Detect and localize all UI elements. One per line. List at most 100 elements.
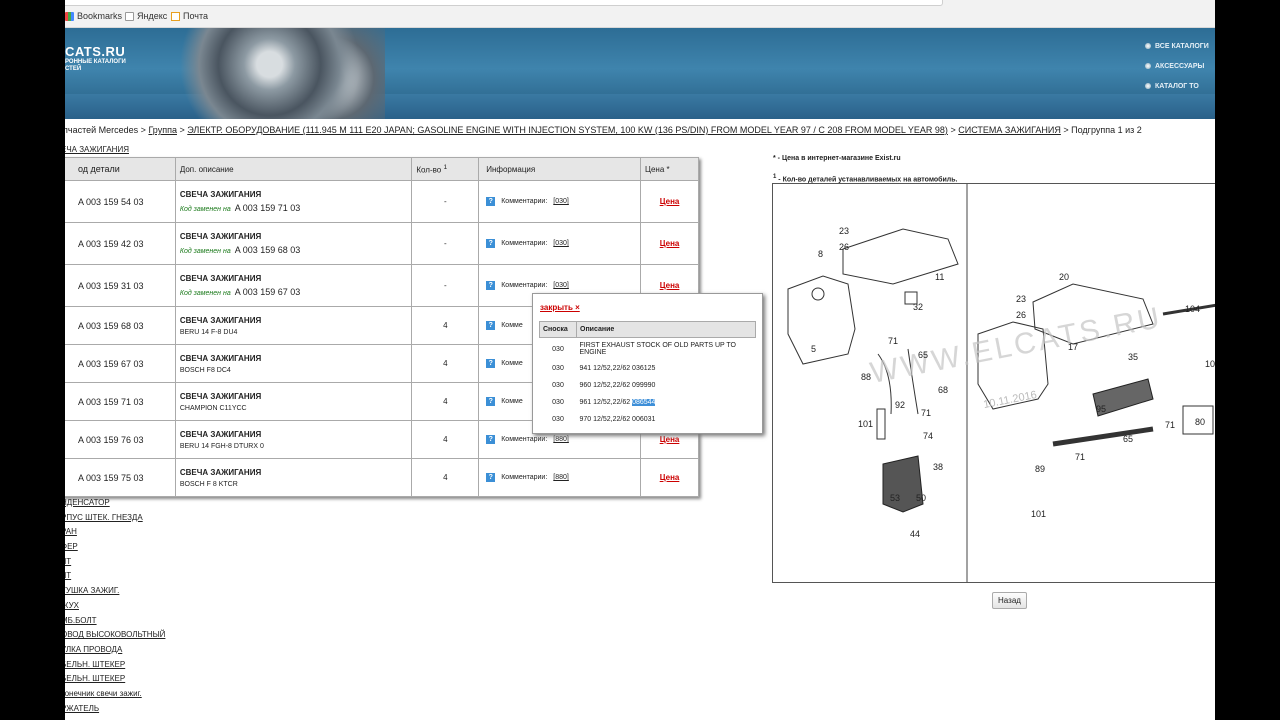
diagram-callout[interactable]: 32: [913, 302, 923, 312]
part-code[interactable]: A 003 159 71 03: [65, 382, 176, 421]
diagram-callout[interactable]: 8: [818, 249, 823, 259]
nav-accessories[interactable]: АКСЕССУАРЫ: [1145, 56, 1215, 76]
diagram-callout[interactable]: 53: [890, 493, 900, 503]
price-link[interactable]: Цена: [660, 239, 680, 248]
crumb-model[interactable]: ЭЛЕКТР. ОБОРУДОВАНИЕ (111.945 M 111 E20 …: [187, 125, 948, 135]
diagram-callout[interactable]: 80: [1195, 417, 1205, 427]
info-icon[interactable]: ?: [486, 197, 496, 206]
diagram-callout[interactable]: 74: [923, 431, 933, 441]
subgroup-list-item[interactable]: РЖАТЕЛЬ: [65, 704, 165, 719]
subgroup-list-item[interactable]: ЛТ: [65, 557, 165, 572]
part-code[interactable]: A 003 159 67 03: [65, 344, 176, 383]
subgroup-list-item[interactable]: ЖУХ: [65, 601, 165, 616]
replacement-code[interactable]: A 003 159 71 03: [235, 203, 301, 213]
diagram-callout[interactable]: 65: [1123, 434, 1133, 444]
crumb-catalog[interactable]: пчастей Mercedes: [65, 125, 138, 135]
comment-ref-link[interactable]: [880]: [553, 436, 569, 443]
diagram-callout[interactable]: 23: [839, 226, 849, 236]
subgroup-list-item[interactable]: ЛТ: [65, 571, 165, 586]
diagram-callout[interactable]: 17: [1068, 342, 1078, 352]
subgroup-list-item[interactable]: МБ.БОЛТ: [65, 616, 165, 631]
back-button[interactable]: Назад: [992, 592, 1027, 609]
info-icon[interactable]: ?: [486, 359, 496, 368]
diagram-callout[interactable]: 107: [1205, 359, 1215, 369]
diagram-callout[interactable]: 20: [1059, 272, 1069, 282]
subgroup-list-item[interactable]: ФЕР: [65, 542, 165, 557]
diagram-callout[interactable]: 71: [1165, 420, 1175, 430]
logo-subtitle: РОННЫЕ КАТАЛОГИ: [65, 59, 126, 65]
crumb-system[interactable]: СИСТЕМА ЗАЖИГАНИЯ: [958, 125, 1061, 135]
price-link[interactable]: Цена: [660, 473, 680, 482]
subgroup-list-item[interactable]: РАН: [65, 527, 165, 542]
diagram-callout[interactable]: 101: [1031, 509, 1046, 519]
part-code[interactable]: A 003 159 54 03: [65, 180, 176, 223]
replacement-code[interactable]: A 003 159 67 03: [235, 287, 301, 297]
subgroup-list-item[interactable]: ОВОД ВЫСОКОВОЛЬТНЫЙ: [65, 630, 165, 645]
comment-ref-link[interactable]: [880]: [553, 474, 569, 481]
diagram-callout[interactable]: 68: [938, 385, 948, 395]
diagram-callout[interactable]: 11: [935, 272, 944, 282]
footnote-desc: 970 12/52,22/62 006031: [579, 416, 656, 423]
diagram-callout[interactable]: 38: [933, 462, 943, 472]
popup-close-button[interactable]: закрыть ×: [540, 303, 580, 312]
part-code[interactable]: A 003 159 68 03: [65, 306, 176, 345]
replacement-code[interactable]: A 003 159 68 03: [235, 245, 301, 255]
crumb-sep: >: [950, 125, 956, 135]
subgroup-list-item[interactable]: УЛКА ПРОВОДА: [65, 645, 165, 660]
site-logo[interactable]: CATS.RU РОННЫЕ КАТАЛОГИ СТЕЙ: [65, 44, 126, 73]
diagram-callout[interactable]: 101: [858, 419, 873, 429]
diagram-callout[interactable]: 95: [1096, 404, 1106, 414]
bookmark-apps[interactable]: Bookmarks: [65, 10, 122, 22]
info-icon[interactable]: ?: [486, 321, 496, 330]
part-code[interactable]: A 003 159 75 03: [65, 458, 176, 497]
diagram-callout[interactable]: 26: [1016, 310, 1026, 320]
diagram-callout[interactable]: 44: [910, 529, 920, 539]
diagram-callout[interactable]: 71: [1075, 452, 1085, 462]
logo-subtitle: СТЕЙ: [65, 66, 82, 72]
diagram-callout[interactable]: 71: [888, 336, 898, 346]
diagram-callout[interactable]: 5: [811, 344, 816, 354]
col-quantity: Кол-во 1: [411, 157, 480, 181]
info-icon[interactable]: ?: [486, 473, 496, 482]
subgroup-list-item[interactable]: РПУС ШТЕК. ГНЕЗДА: [65, 513, 165, 528]
diagram-callout[interactable]: 104: [1185, 304, 1200, 314]
crumb-group[interactable]: Группа: [148, 125, 177, 135]
diagram-callout[interactable]: 65: [918, 350, 928, 360]
info-icon[interactable]: ?: [486, 397, 496, 406]
info-icon[interactable]: ?: [486, 435, 496, 444]
nav-to-catalog[interactable]: КАТАЛОГ ТО: [1145, 76, 1215, 96]
subgroup-link[interactable]: ЕЧА ЗАЖИГАНИЯ: [65, 145, 129, 154]
price-link[interactable]: Цена: [660, 197, 680, 206]
diagram-callout[interactable]: 92: [895, 400, 905, 410]
subgroup-list-item[interactable]: конечник свечи зажиг.: [65, 689, 165, 704]
info-icon[interactable]: ?: [486, 239, 496, 248]
subgroup-list-item[interactable]: НДЕНСАТОР: [65, 498, 165, 513]
part-code[interactable]: A 003 159 42 03: [65, 222, 176, 265]
address-bar-edge[interactable]: [65, 0, 943, 6]
part-code[interactable]: A 003 159 76 03: [65, 420, 176, 459]
comment-ref-link[interactable]: [030]: [553, 240, 569, 247]
header-nav: ВСЕ КАТАЛОГИ АКСЕССУАРЫ КАТАЛОГ ТО: [1145, 36, 1215, 96]
diagram-callout[interactable]: 23: [1016, 294, 1026, 304]
diagram-callout[interactable]: 50: [916, 493, 926, 503]
diagram-callout[interactable]: 89: [1035, 464, 1045, 474]
diagram-callout[interactable]: 71: [921, 408, 931, 418]
subgroup-list-item[interactable]: БЕЛЬН. ШТЕКЕР: [65, 674, 165, 689]
price-link[interactable]: Цена: [660, 281, 680, 290]
bookmark-yandex[interactable]: Яндекс: [125, 10, 167, 22]
subgroup-list-item[interactable]: ТУШКА ЗАЖИГ.: [65, 586, 165, 601]
comment-ref-link[interactable]: [030]: [553, 198, 569, 205]
replacement-note: Код заменен на A 003 159 71 03: [180, 203, 412, 213]
comment-ref-link[interactable]: [030]: [553, 282, 569, 289]
subgroup-list-item[interactable]: БЕЛЬН. ШТЕКЕР: [65, 660, 165, 675]
diagram-callout[interactable]: 88: [861, 372, 871, 382]
diagram-callout[interactable]: 26: [839, 242, 849, 252]
nav-all-catalogs[interactable]: ВСЕ КАТАЛОГИ: [1145, 36, 1215, 56]
parts-diagram[interactable]: WWW.ELCATS.RU 10.11.2016 23 26 8 11 32 5 71 65 6…: [772, 183, 1215, 583]
price-link[interactable]: Цена: [660, 435, 680, 444]
info-icon[interactable]: ?: [486, 281, 496, 290]
diagram-callout[interactable]: 35: [1128, 352, 1138, 362]
part-description: СВЕЧА ЗАЖИГАНИЯ CHAMPION C11YCC: [174, 382, 413, 421]
part-code[interactable]: A 003 159 31 03: [65, 264, 176, 307]
bookmark-mail[interactable]: Почта: [171, 10, 208, 22]
